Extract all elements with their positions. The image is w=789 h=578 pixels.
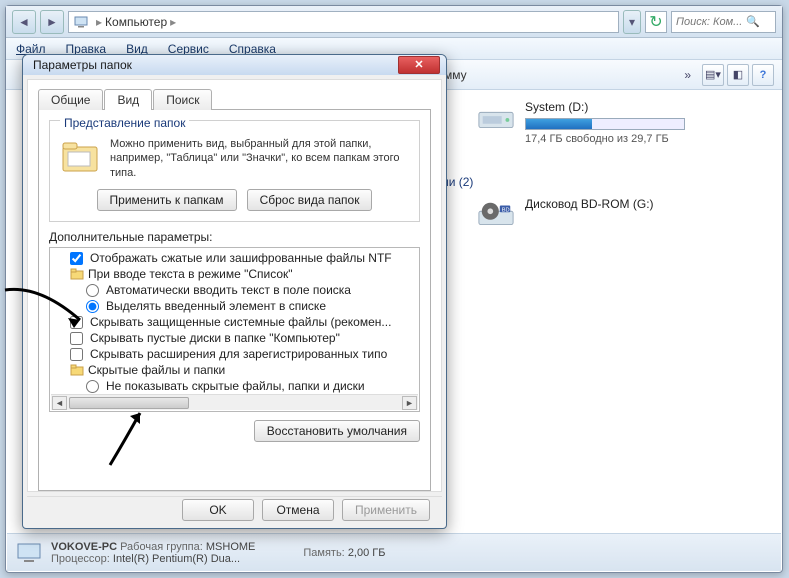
svg-text:BD: BD [502,207,510,213]
dialog-button-row: OK Отмена Применить [27,496,442,524]
opt-hide-extensions[interactable]: Скрывать расширения для зарегистрированн… [54,346,415,362]
ok-button[interactable]: OK [182,499,254,521]
tabstrip: Общие Вид Поиск [38,88,431,109]
tab-view[interactable]: Вид [104,89,152,110]
capacity-bar [525,118,685,130]
chevron-right-icon: ▸ [96,15,102,29]
scroll-right-button[interactable]: ► [402,396,417,410]
drive-info: Дисковод BD-ROM (G:) [525,197,654,231]
folder-icon [60,137,100,175]
folder-icon [70,363,84,377]
tab-general[interactable]: Общие [38,89,103,110]
advanced-label: Дополнительные параметры: [49,230,420,244]
status-bar: VOKOVE-PC Рабочая группа: MSHOME Процесс… [7,533,781,571]
tab-search[interactable]: Поиск [153,89,212,110]
folder-options-dialog: Параметры папок ✕ Общие Вид Поиск Предст… [22,54,447,529]
help-button[interactable]: ? [752,64,774,86]
advanced-settings-tree[interactable]: Отображать сжатые или зашифрованные файл… [49,247,420,412]
close-button[interactable]: ✕ [398,56,440,74]
folder-icon [70,267,84,281]
drive-item-optical[interactable]: BD Дисковод BD-ROM (G:) [477,197,765,231]
bd-rom-icon: BD [477,201,515,231]
dialog-titlebar[interactable]: Параметры папок ✕ [23,55,446,75]
titlebar-nav: ◄ ► ▸ Компьютер ▸ ▾ ↻ Поиск: Ком... 🔍 [6,6,782,38]
drive-name: System (D:) [525,100,685,114]
computer-icon [73,14,89,30]
opt-hidden-files-group: Скрытые файлы и папки [54,362,415,378]
dialog-title: Параметры папок [33,58,398,72]
dialog-body: Общие Вид Поиск Представление папок Можн… [27,79,442,492]
opt-auto-search[interactable]: Автоматически вводить текст в поле поиск… [54,282,415,298]
nav-forward-button[interactable]: ► [40,10,64,34]
tabpage-view: Представление папок Можно применить вид,… [38,109,431,491]
address-dropdown[interactable]: ▾ [623,10,641,34]
address-bar[interactable]: ▸ Компьютер ▸ [68,11,619,33]
address-location: Компьютер [105,15,167,29]
horizontal-scrollbar[interactable]: ◄ ► [51,394,418,410]
refresh-button[interactable]: ↻ [645,11,667,33]
statusbar-name-col: VOKOVE-PC Рабочая группа: MSHOME Процесс… [51,541,255,565]
drive-item-d[interactable]: System (D:) 17,4 ГБ свободно из 29,7 ГБ [477,100,765,145]
scroll-left-button[interactable]: ◄ [52,396,67,410]
group-header: ии (2) [442,175,765,189]
nav-back-button[interactable]: ◄ [12,10,36,34]
reset-folders-button[interactable]: Сброс вида папок [247,189,373,211]
presentation-text: Можно применить вид, выбранный для этой … [110,137,409,182]
cancel-button[interactable]: Отмена [262,499,334,521]
statusbar-mem-col: Память: 2,00 ГБ [303,547,385,559]
opt-show-compressed[interactable]: Отображать сжатые или зашифрованные файл… [54,250,415,266]
search-input[interactable]: Поиск: Ком... 🔍 [671,11,776,33]
capacity-text: 17,4 ГБ свободно из 29,7 ГБ [525,133,685,145]
folder-presentation-group: Представление папок Можно применить вид,… [49,120,420,223]
restore-defaults-button[interactable]: Восстановить умолчания [254,420,420,442]
search-icon: 🔍 [746,15,760,28]
hdd-icon [477,104,515,134]
optical-name: Дисковод BD-ROM (G:) [525,197,654,211]
scroll-thumb[interactable] [69,397,189,409]
search-placeholder: Поиск: Ком... [676,16,742,28]
group-legend: Представление папок [60,116,189,130]
truncated-text: мму [444,68,467,82]
opt-hide-empty[interactable]: Скрывать пустые диски в папке "Компьютер… [54,330,415,346]
view-mode-button[interactable]: ▤▾ [702,64,724,86]
opt-select-item[interactable]: Выделять введенный элемент в списке [54,298,415,314]
overflow-chevron[interactable]: » [684,68,691,82]
apply-button[interactable]: Применить [342,499,430,521]
apply-to-folders-button[interactable]: Применить к папкам [97,189,237,211]
opt-list-mode-group: При вводе текста в режиме "Список" [54,266,415,282]
drive-info: System (D:) 17,4 ГБ свободно из 29,7 ГБ [525,100,685,145]
computer-icon [15,539,43,567]
chevron-right-icon: ▸ [170,15,176,29]
preview-pane-button[interactable]: ◧ [727,64,749,86]
opt-hide-protected[interactable]: Скрывать защищенные системные файлы (рек… [54,314,415,330]
opt-dont-show-hidden[interactable]: Не показывать скрытые файлы, папки и дис… [54,378,415,394]
